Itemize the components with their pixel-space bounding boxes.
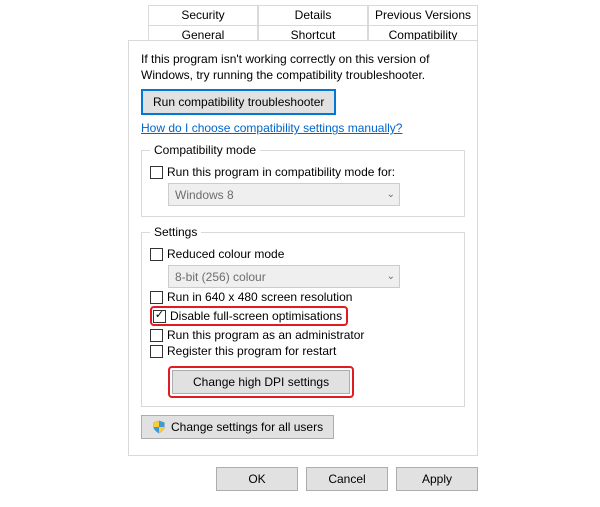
register-restart-checkbox[interactable]: [150, 345, 163, 358]
compatibility-mode-group: Compatibility mode Run this program in c…: [141, 143, 465, 217]
colour-select[interactable]: 8-bit (256) colour ⌄: [168, 265, 400, 288]
run-as-admin-checkbox[interactable]: [150, 329, 163, 342]
compat-mode-checkbox[interactable]: [150, 166, 163, 179]
chevron-down-icon: ⌄: [387, 271, 395, 282]
compatibility-page: If this program isn't working correctly …: [128, 40, 478, 456]
ok-button[interactable]: OK: [216, 467, 298, 491]
change-dpi-button[interactable]: Change high DPI settings: [172, 370, 350, 394]
intro-text: If this program isn't working correctly …: [141, 51, 465, 83]
register-restart-label: Register this program for restart: [167, 344, 336, 358]
compat-mode-label: Run this program in compatibility mode f…: [167, 165, 395, 179]
compat-mode-select-value: Windows 8: [175, 188, 234, 202]
cancel-button[interactable]: Cancel: [306, 467, 388, 491]
settings-group: Settings Reduced colour mode 8-bit (256)…: [141, 225, 465, 407]
chevron-down-icon: ⌄: [387, 189, 395, 200]
help-link[interactable]: How do I choose compatibility settings m…: [141, 121, 402, 135]
apply-button[interactable]: Apply: [396, 467, 478, 491]
change-all-users-label: Change settings for all users: [171, 420, 323, 434]
tab-previous-versions[interactable]: Previous Versions: [368, 5, 478, 25]
disable-fullscreen-checkbox[interactable]: [153, 310, 166, 323]
run-640x480-checkbox[interactable]: [150, 291, 163, 304]
compat-mode-legend: Compatibility mode: [150, 143, 260, 157]
run-troubleshooter-button[interactable]: Run compatibility troubleshooter: [141, 89, 336, 115]
properties-dialog: Security Details Previous Versions Gener…: [0, 0, 600, 507]
disable-fullscreen-highlight: Disable full-screen optimisations: [150, 306, 348, 326]
disable-fullscreen-label: Disable full-screen optimisations: [170, 309, 342, 323]
run-as-admin-label: Run this program as an administrator: [167, 328, 364, 342]
change-all-users-button[interactable]: Change settings for all users: [141, 415, 334, 439]
compat-mode-select[interactable]: Windows 8 ⌄: [168, 183, 400, 206]
dpi-button-highlight: Change high DPI settings: [168, 366, 354, 398]
reduced-colour-label: Reduced colour mode: [167, 247, 284, 261]
shield-icon: [152, 420, 166, 434]
tab-security[interactable]: Security: [148, 5, 258, 25]
tab-details[interactable]: Details: [258, 5, 368, 25]
dialog-actions: OK Cancel Apply: [216, 467, 478, 491]
reduced-colour-checkbox[interactable]: [150, 248, 163, 261]
run-640x480-label: Run in 640 x 480 screen resolution: [167, 290, 352, 304]
settings-legend: Settings: [150, 225, 201, 239]
colour-select-value: 8-bit (256) colour: [175, 270, 266, 284]
